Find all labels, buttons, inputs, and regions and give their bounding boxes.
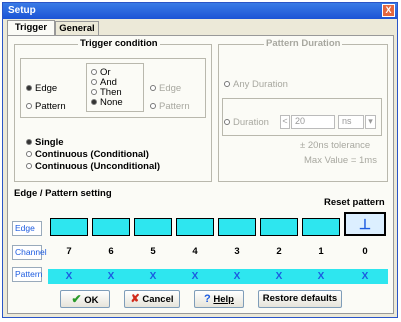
radio-dot-icon	[26, 163, 32, 170]
max-value-text: Max Value = 1ms	[304, 155, 377, 166]
radio-any-duration[interactable]: Any Duration	[224, 79, 288, 90]
radio-dot-icon	[224, 119, 230, 126]
radio-single[interactable]: Single	[26, 137, 64, 148]
row-label-channel: Channel	[12, 245, 47, 260]
edge-cell-4[interactable]	[176, 218, 214, 236]
channel-number: 4	[192, 246, 198, 257]
radio-dot-icon	[26, 151, 32, 158]
pattern-cell-2[interactable]: X	[258, 269, 300, 284]
edge-cell-6[interactable]	[92, 218, 130, 236]
channel-number: 5	[150, 246, 156, 257]
pattern-duration-title: Pattern Duration	[264, 38, 343, 49]
rising-edge-icon: ⊥	[358, 216, 372, 232]
tab-trigger[interactable]: Trigger	[7, 20, 55, 36]
setup-window: Setup X Trigger General Trigger conditio…	[2, 2, 398, 318]
window-title: Setup	[8, 5, 36, 16]
tolerance-text: ± 20ns tolerance	[300, 140, 371, 151]
channel-number: 0	[362, 246, 368, 257]
channel-number: 6	[108, 246, 114, 257]
pattern-cell-5[interactable]: X	[132, 269, 174, 284]
close-button[interactable]: X	[382, 4, 395, 17]
radio-dot-icon	[26, 85, 32, 92]
unit-dropdown-icon[interactable]: ▾	[365, 115, 376, 129]
radio-dot-icon	[91, 89, 97, 96]
radio-edge-2[interactable]: Edge	[150, 83, 181, 94]
pattern-cell-4[interactable]: X	[174, 269, 216, 284]
ok-button[interactable]: ✔ OK	[60, 290, 110, 308]
radio-duration[interactable]: Duration	[224, 117, 269, 128]
cross-icon: ✘	[130, 293, 140, 305]
radio-pattern-2[interactable]: Pattern	[150, 101, 190, 112]
tab-general[interactable]: General	[55, 21, 99, 35]
channel-number: 7	[66, 246, 72, 257]
cancel-button[interactable]: ✘ Cancel	[124, 290, 180, 308]
edge-cell-7[interactable]	[50, 218, 88, 236]
duration-decrease-button[interactable]: <	[280, 115, 290, 129]
radio-pattern[interactable]: Pattern	[26, 101, 66, 112]
radio-edge[interactable]: Edge	[26, 83, 57, 94]
check-icon: ✔	[71, 292, 82, 306]
channel-number: 1	[318, 246, 324, 257]
duration-input[interactable]: 20	[291, 115, 335, 129]
restore-defaults-button[interactable]: Restore defaults	[258, 290, 342, 308]
channel-number: 3	[234, 246, 240, 257]
trigger-condition-title: Trigger condition	[78, 38, 160, 49]
question-icon: ?	[204, 293, 211, 305]
title-bar: Setup X	[3, 3, 397, 19]
channel-number: 2	[276, 246, 282, 257]
pattern-cell-7[interactable]: X	[48, 269, 90, 284]
radio-dot-icon	[26, 103, 32, 110]
edge-cell-1[interactable]	[302, 218, 340, 236]
edge-pattern-title: Edge / Pattern setting	[14, 188, 112, 199]
pattern-cell-1[interactable]: X	[300, 269, 342, 284]
edge-cell-0[interactable]: ⊥	[344, 212, 386, 236]
reset-pattern-link[interactable]: Reset pattern	[324, 197, 385, 208]
row-label-edge: Edge	[12, 221, 42, 236]
radio-none[interactable]: None	[91, 97, 123, 108]
radio-continuous-unconditional[interactable]: Continuous (Unconditional)	[26, 161, 160, 172]
radio-dot-icon	[150, 85, 156, 92]
radio-dot-icon	[224, 81, 230, 88]
radio-dot-icon	[91, 79, 97, 86]
radio-dot-icon	[26, 139, 32, 146]
duration-unit-select[interactable]: ns	[338, 115, 364, 129]
pattern-cell-0[interactable]: X	[342, 269, 388, 284]
edge-cell-3[interactable]	[218, 218, 256, 236]
edge-cell-5[interactable]	[134, 218, 172, 236]
pattern-cell-3[interactable]: X	[216, 269, 258, 284]
help-button[interactable]: ? Help	[194, 290, 244, 308]
radio-continuous-conditional[interactable]: Continuous (Conditional)	[26, 149, 149, 160]
pattern-cell-6[interactable]: X	[90, 269, 132, 284]
row-label-pattern: Pattern	[12, 267, 42, 282]
trigger-pane: Trigger condition Edge Pattern Or And Th…	[7, 35, 394, 314]
radio-dot-icon	[150, 103, 156, 110]
edge-cell-2[interactable]	[260, 218, 298, 236]
radio-dot-icon	[91, 99, 97, 106]
radio-dot-icon	[91, 69, 97, 76]
